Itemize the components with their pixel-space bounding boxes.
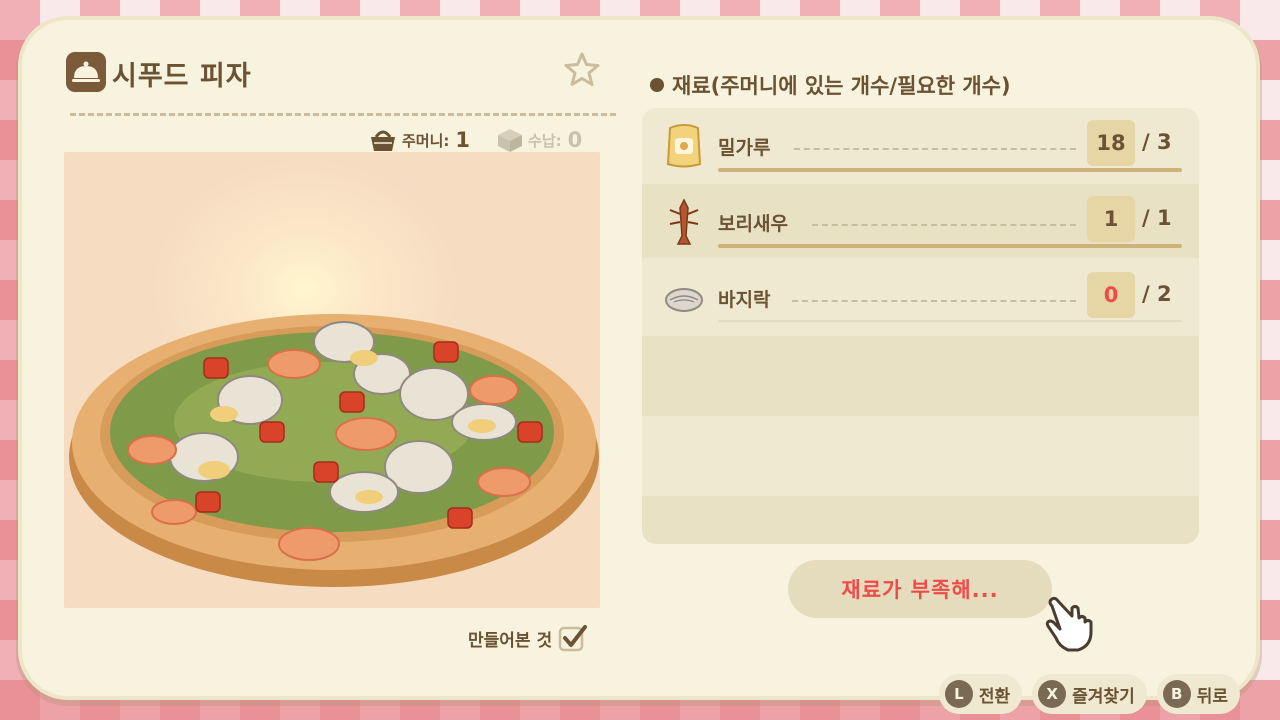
- storage-box-icon: [498, 129, 523, 152]
- favorite-hint-label: 즐겨찾기: [1072, 686, 1135, 707]
- dotted-leader: [792, 300, 1076, 302]
- pocket-label: 주머니:: [402, 131, 450, 150]
- clam-icon: [664, 272, 704, 322]
- empty-row: [642, 496, 1199, 544]
- ingredient-need-count: / 2: [1142, 282, 1172, 306]
- checkmark-icon: [558, 625, 588, 652]
- switch-hint[interactable]: L 전환: [938, 674, 1023, 714]
- ingredient-row: 보리새우 1 / 1: [642, 184, 1199, 258]
- ingredient-progress-bar: [718, 244, 1182, 248]
- empty-row: [642, 336, 1199, 416]
- storage-value: 0: [567, 128, 583, 152]
- made-before-label: 만들어본 것: [468, 630, 553, 651]
- ingredient-name: 밀가루: [718, 137, 771, 159]
- button-hints: L 전환 X 즐겨찾기 B 뒤로: [938, 674, 1240, 714]
- ingredient-progress-bar: [718, 320, 1182, 322]
- ingredient-have-count: 0: [1087, 272, 1135, 318]
- ingredient-have-count: 18: [1087, 120, 1135, 166]
- flour-sack-icon: [664, 120, 704, 170]
- switch-hint-label: 전환: [978, 686, 1011, 707]
- dish-preview-image: [64, 152, 600, 608]
- craft-button[interactable]: 재료가 부족해...: [788, 560, 1052, 618]
- serving-bell-icon: [66, 52, 106, 92]
- pocket-count: 주머니: 1: [368, 127, 470, 153]
- dotted-leader: [794, 148, 1076, 150]
- bullet-dot-icon: [650, 78, 664, 92]
- ingredients-heading: 재료(주머니에 있는 개수/필요한 개수): [650, 70, 1011, 100]
- back-hint-label: 뒤로: [1196, 686, 1228, 707]
- ingredients-list: 밀가루 18 / 3 보리새우 1 / 1 바지락 0 / 2: [642, 108, 1199, 544]
- storage-label: 수납:: [528, 131, 562, 150]
- favorite-star-icon[interactable]: [562, 50, 602, 94]
- basket-icon: [371, 130, 395, 151]
- dotted-leader: [812, 224, 1076, 226]
- l-button-icon: L: [944, 680, 973, 708]
- ingredient-name: 보리새우: [718, 213, 788, 235]
- seafood-pizza-illustration: [69, 314, 599, 587]
- ingredient-need-count: / 3: [1142, 130, 1172, 154]
- ingredient-need-count: / 1: [1142, 206, 1172, 230]
- title-divider: [70, 113, 616, 116]
- ingredient-have-count: 1: [1087, 196, 1135, 242]
- favorite-hint[interactable]: X 즐겨찾기: [1032, 674, 1147, 714]
- empty-row: [642, 416, 1199, 496]
- back-hint[interactable]: B 뒤로: [1156, 674, 1240, 714]
- ingredient-row: 밀가루 18 / 3: [642, 108, 1199, 182]
- recipe-title: 시푸드 피자: [112, 61, 252, 92]
- ingredients-heading-text: 재료(주머니에 있는 개수/필요한 개수): [672, 74, 1011, 98]
- shrimp-icon: [664, 196, 704, 246]
- b-button-icon: B: [1162, 680, 1191, 708]
- ingredient-name: 바지락: [718, 289, 771, 311]
- pointer-hand-icon: [1044, 596, 1098, 658]
- storage-count: 수납: 0: [496, 127, 582, 153]
- ingredient-row: 바지락 0 / 2: [642, 260, 1199, 334]
- recipe-header: 시푸드 피자: [66, 52, 606, 100]
- x-button-icon: X: [1038, 680, 1067, 708]
- ingredient-progress-bar: [718, 168, 1182, 172]
- made-before-indicator: 만들어본 것: [468, 624, 588, 652]
- pocket-value: 1: [455, 128, 471, 152]
